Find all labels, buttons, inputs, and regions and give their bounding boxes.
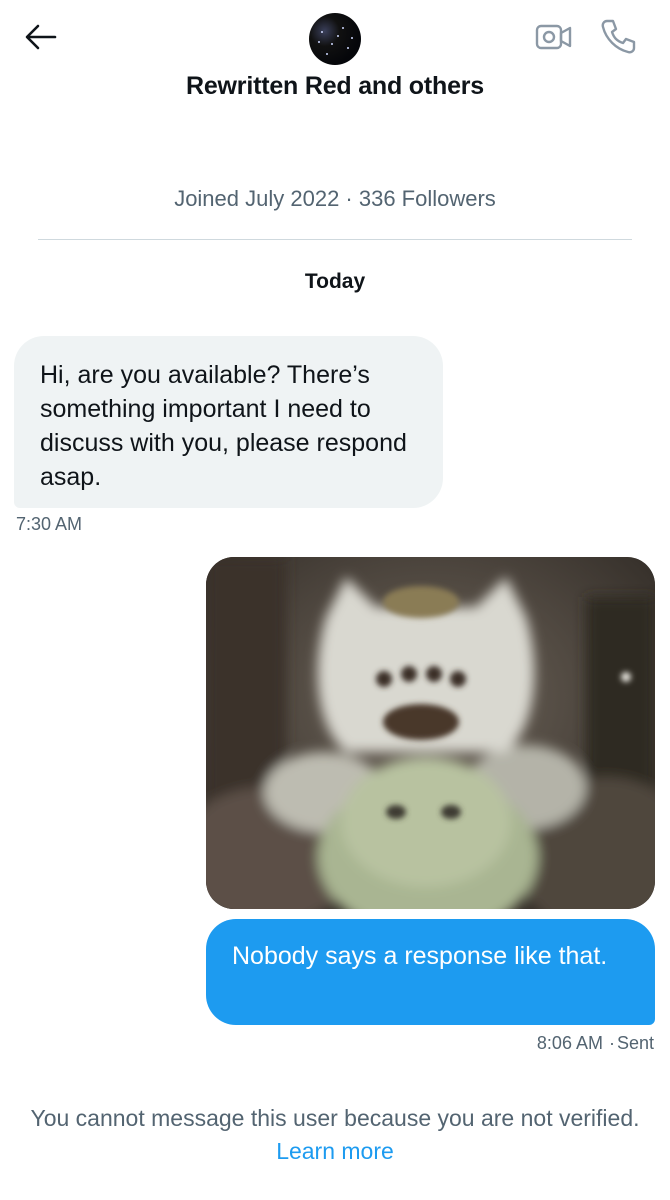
phone-icon	[601, 19, 636, 54]
divider	[38, 239, 632, 240]
separator-dot: ·	[608, 1033, 615, 1053]
sent-status: Sent	[616, 1033, 654, 1053]
back-button[interactable]	[22, 20, 58, 54]
voice-call-button[interactable]	[598, 16, 638, 56]
sent-image[interactable]	[206, 557, 655, 909]
conversation-title: Rewritten Red and others	[185, 72, 485, 100]
video-camera-icon	[535, 24, 572, 50]
messaging-restriction-notice: You cannot message this user because you…	[30, 1102, 640, 1168]
arrow-left-icon	[25, 24, 57, 50]
avatar[interactable]	[309, 13, 361, 65]
message-status: 8:06 AM · Sent	[537, 1033, 654, 1054]
outgoing-message-bubble[interactable]: Nobody says a response like that.	[206, 919, 655, 1025]
dm-conversation-screen: Rewritten Red and others Joined July 202…	[0, 0, 670, 1200]
learn-more-link[interactable]: Learn more	[276, 1138, 394, 1164]
day-label: Today	[304, 270, 366, 293]
profile-meta: Joined July 2022 · 336 Followers	[174, 186, 496, 211]
message-text: Nobody says a response like that.	[232, 942, 608, 970]
incoming-message-bubble[interactable]: Hi, are you available? There’s something…	[14, 336, 443, 508]
message-text: Hi, are you available? There’s something…	[40, 361, 407, 491]
notice-text: You cannot message this user because you…	[30, 1105, 640, 1131]
cat-helmet-image	[206, 557, 655, 909]
video-call-button[interactable]	[534, 20, 574, 54]
message-timestamp: 8:06 AM	[536, 1033, 603, 1053]
message-timestamp: 7:30 AM	[16, 514, 83, 534]
